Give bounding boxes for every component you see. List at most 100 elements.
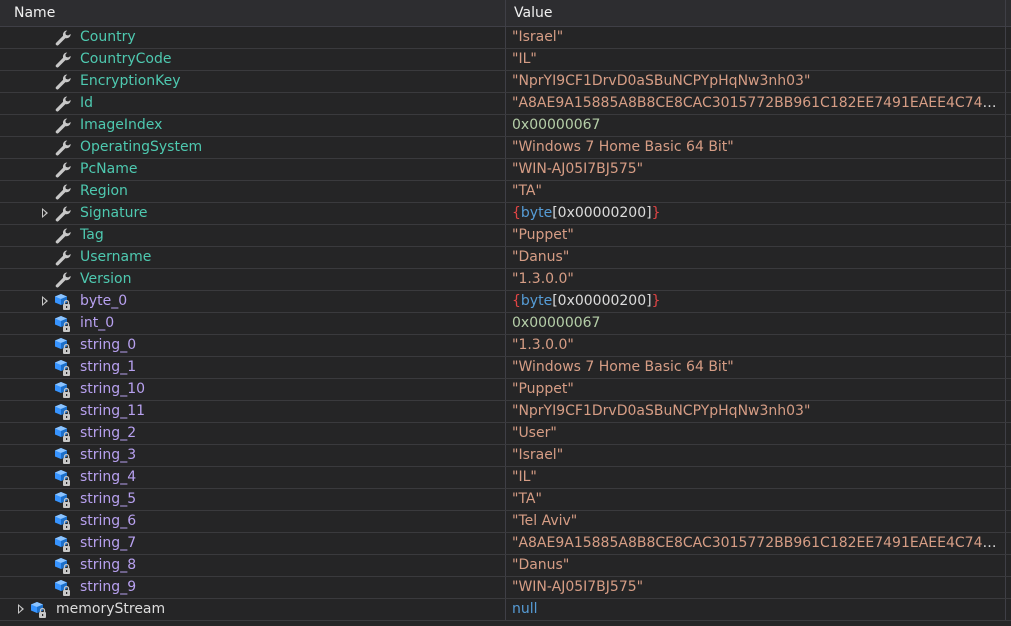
watch-row-string-10[interactable]: string_10 "Puppet" [0,379,1011,401]
name-cell[interactable]: Version [6,269,506,290]
value-cell[interactable]: {byte[0x00000200]} [506,203,1006,224]
watch-row-string-2[interactable]: string_2 "User" [0,423,1011,445]
value-cell[interactable]: "Windows 7 Home Basic 64 Bit" [506,357,1006,378]
value-cell[interactable]: "A8AE9A15885A8B8CE8CAC3015772BB961C182EE… [506,533,1006,554]
value-cell[interactable]: {byte[0x00000200]} [506,291,1006,312]
value-cell[interactable]: "User" [506,423,1006,444]
value-cell[interactable]: null [506,599,1006,620]
value-cell[interactable]: "TA" [506,181,1006,202]
name-cell[interactable]: string_0 [6,335,506,356]
watch-row-string-3[interactable]: string_3 "Israel" [0,445,1011,467]
name-cell[interactable]: string_6 [6,511,506,532]
watch-row-string-1[interactable]: string_1 "Windows 7 Home Basic 64 Bit" [0,357,1011,379]
value-cell[interactable]: "Puppet" [506,379,1006,400]
name-column-header[interactable]: Name [6,0,506,26]
name-cell[interactable]: string_5 [6,489,506,510]
variable-name: memoryStream [56,601,166,617]
variable-value: "Danus" [512,557,570,573]
variable-name: string_9 [80,579,137,595]
watch-row-int-0[interactable]: int_0 0x00000067 [0,313,1011,335]
watch-row-pcname[interactable]: PcName "WIN-AJ05I7BJ575" [0,159,1011,181]
name-cell[interactable]: string_2 [6,423,506,444]
watch-row-signature[interactable]: Signature {byte[0x00000200]} [0,203,1011,225]
name-cell[interactable]: Signature [6,203,506,224]
name-cell[interactable]: Region [6,181,506,202]
watch-row-byte-0[interactable]: byte_0 {byte[0x00000200]} [0,291,1011,313]
watch-row-string-4[interactable]: string_4 "IL" [0,467,1011,489]
name-cell[interactable]: string_11 [6,401,506,422]
watch-row-string-11[interactable]: string_11 "NprYI9CF1DrvD0aSBuNCPYpHqNw3nh… [0,401,1011,423]
expand-arrow-icon[interactable] [18,604,24,614]
value-cell[interactable]: "WIN-AJ05I7BJ575" [506,159,1006,180]
value-cell[interactable]: "Israel" [506,27,1006,48]
name-cell[interactable]: EncryptionKey [6,71,506,92]
variable-name: string_3 [80,447,137,463]
watch-row-string-0[interactable]: string_0 "1.3.0.0" [0,335,1011,357]
value-cell[interactable]: "Israel" [506,445,1006,466]
watch-row-country[interactable]: Country "Israel" [0,27,1011,49]
variable-value: 0x00000067 [512,315,601,331]
name-cell[interactable]: byte_0 [6,291,506,312]
variable-value: "WIN-AJ05I7BJ575" [512,161,644,177]
watch-row-countrycode[interactable]: CountryCode "IL" [0,49,1011,71]
name-cell[interactable]: PcName [6,159,506,180]
watch-row-string-8[interactable]: string_8 "Danus" [0,555,1011,577]
variable-value: "A8AE9A15885A8B8CE8CAC3015772BB961C182EE… [512,535,1006,551]
name-cell[interactable]: string_7 [6,533,506,554]
private-field-icon [54,381,72,399]
watch-row-string-7[interactable]: string_7 "A8AE9A15885A8B8CE8CAC3015772BB9… [0,533,1011,555]
name-cell[interactable]: ImageIndex [6,115,506,136]
wrench-icon [54,139,72,157]
private-field-icon [54,535,72,553]
variable-value: "Windows 7 Home Basic 64 Bit" [512,359,734,375]
name-cell[interactable]: Id [6,93,506,114]
value-cell[interactable]: "1.3.0.0" [506,335,1006,356]
value-cell[interactable]: "NprYI9CF1DrvD0aSBuNCPYpHqNw3nh03" [506,401,1006,422]
private-field-icon [54,337,72,355]
name-cell[interactable]: OperatingSystem [6,137,506,158]
name-cell[interactable]: Username [6,247,506,268]
value-cell[interactable]: "1.3.0.0" [506,269,1006,290]
expand-arrow-icon[interactable] [42,296,48,306]
value-cell[interactable]: "NprYI9CF1DrvD0aSBuNCPYpHqNw3nh03" [506,71,1006,92]
value-cell[interactable]: "Puppet" [506,225,1006,246]
private-field-icon [54,513,72,531]
watch-row-tag[interactable]: Tag "Puppet" [0,225,1011,247]
name-cell[interactable]: string_8 [6,555,506,576]
value-cell[interactable]: "A8AE9A15885A8B8CE8CAC3015772BB961C182EE… [506,93,1006,114]
watch-row-string-6[interactable]: string_6 "Tel Aviv" [0,511,1011,533]
expand-arrow-icon[interactable] [42,208,48,218]
name-cell[interactable]: Country [6,27,506,48]
watch-row-username[interactable]: Username "Danus" [0,247,1011,269]
watch-row-operatingsystem[interactable]: OperatingSystem "Windows 7 Home Basic 64 … [0,137,1011,159]
watch-row-region[interactable]: Region "TA" [0,181,1011,203]
watch-row-encryptionkey[interactable]: EncryptionKey "NprYI9CF1DrvD0aSBuNCPYpHqN… [0,71,1011,93]
value-cell[interactable]: "Windows 7 Home Basic 64 Bit" [506,137,1006,158]
value-cell[interactable]: "Danus" [506,247,1006,268]
variable-name: string_4 [80,469,137,485]
name-cell[interactable]: int_0 [6,313,506,334]
name-cell[interactable]: string_1 [6,357,506,378]
value-cell[interactable]: "TA" [506,489,1006,510]
value-column-header[interactable]: Value [506,0,1006,26]
value-cell[interactable]: "IL" [506,467,1006,488]
watch-row-version[interactable]: Version "1.3.0.0" [0,269,1011,291]
value-cell[interactable]: "Tel Aviv" [506,511,1006,532]
name-cell[interactable]: string_9 [6,577,506,598]
type-keyword: byte [520,205,553,221]
watch-row-imageindex[interactable]: ImageIndex 0x00000067 [0,115,1011,137]
name-cell[interactable]: string_10 [6,379,506,400]
watch-row-id[interactable]: Id "A8AE9A15885A8B8CE8CAC3015772BB961C182… [0,93,1011,115]
watch-row-string-5[interactable]: string_5 "TA" [0,489,1011,511]
name-cell[interactable]: Tag [6,225,506,246]
value-cell[interactable]: 0x00000067 [506,115,1006,136]
value-cell[interactable]: "WIN-AJ05I7BJ575" [506,577,1006,598]
value-cell[interactable]: 0x00000067 [506,313,1006,334]
name-cell[interactable]: string_4 [6,467,506,488]
name-cell[interactable]: CountryCode [6,49,506,70]
name-cell[interactable]: string_3 [6,445,506,466]
value-cell[interactable]: "IL" [506,49,1006,70]
watch-row-string-9[interactable]: string_9 "WIN-AJ05I7BJ575" [0,577,1011,599]
name-cell[interactable]: memoryStream [6,599,506,620]
value-cell[interactable]: "Danus" [506,555,1006,576]
